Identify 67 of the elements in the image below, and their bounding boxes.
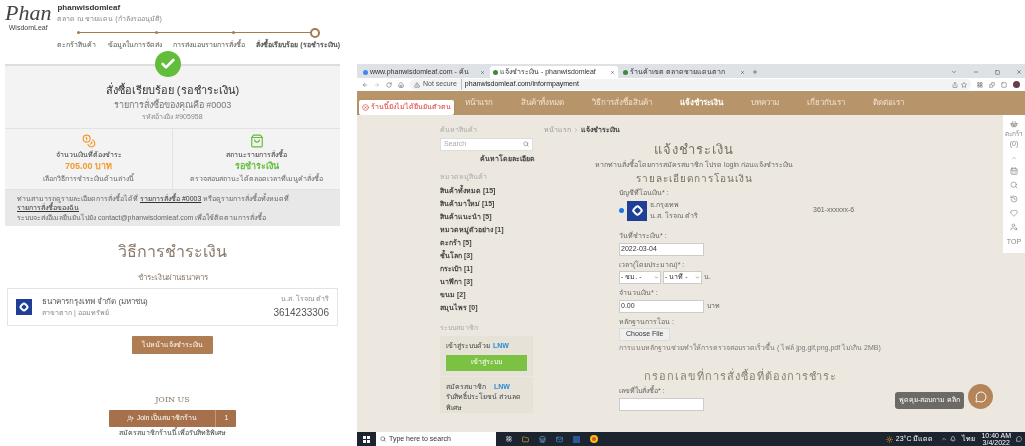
weather-icon	[885, 435, 893, 443]
scroll-up-icon[interactable]	[1011, 155, 1017, 162]
windows-start-icon[interactable]	[363, 435, 370, 443]
search-icon	[380, 436, 386, 442]
back-icon[interactable]	[362, 81, 368, 88]
site-favicon	[623, 69, 628, 75]
task-view-icon[interactable]	[506, 436, 512, 442]
profile-avatar[interactable]	[1013, 81, 1020, 88]
close-tab-icon[interactable]	[610, 69, 615, 75]
bank-name: ธนาคารกรุงเทพ จำกัด (มหาชน)	[42, 295, 148, 308]
bag-icon	[249, 133, 264, 148]
close-tab-icon[interactable]	[740, 69, 745, 75]
folder-icon[interactable]	[522, 435, 529, 443]
tray-overflow-icon[interactable]	[941, 436, 948, 442]
close-icon[interactable]	[1016, 69, 1022, 75]
store-name: phanwisdomleaf	[57, 2, 121, 14]
heart-icon[interactable]	[1010, 209, 1018, 218]
warning-icon	[414, 81, 420, 88]
calendar-icon[interactable]	[1010, 167, 1018, 176]
tab-list-icon[interactable]	[951, 69, 957, 75]
order-number-field[interactable]	[619, 397, 704, 411]
section-title: กรอกเลขที่การสั่งซื้อที่ต้องการชำระ	[644, 367, 837, 384]
minimize-icon[interactable]	[973, 69, 979, 75]
confirmation-title: สั่งซื้อเรียบร้อย (รอชำระเงิน)	[105, 82, 240, 98]
mail-icon[interactable]	[556, 435, 563, 443]
bookmark-star-icon[interactable]	[961, 81, 967, 88]
new-tab-icon[interactable]	[752, 69, 758, 75]
tray-icon[interactable]	[950, 436, 957, 442]
site-favicon	[493, 69, 498, 75]
site-favicon	[363, 69, 368, 75]
chat-icon[interactable]	[968, 384, 993, 409]
document-app-icon[interactable]	[573, 435, 580, 443]
payment-methods-title: วิธีการชำระเงิน	[118, 241, 227, 263]
search-icon	[523, 141, 529, 147]
dropdown-caret-icon	[695, 275, 700, 280]
restore-icon[interactable]	[995, 70, 1000, 75]
user-search-icon[interactable]	[1010, 223, 1018, 232]
bank-logo-icon	[627, 200, 647, 221]
bank-section-title: ชำระเงินผ่านธนาคาร	[137, 272, 208, 284]
account-number: 3614233306	[273, 305, 329, 320]
extensions-grid-icon[interactable]	[977, 81, 983, 88]
notifications-icon[interactable]	[1016, 436, 1022, 442]
extensions-icon[interactable]	[989, 81, 995, 88]
bank-logo-icon	[16, 298, 32, 315]
radio-button[interactable]	[619, 208, 624, 213]
page-title: แจ้งชำระเงิน	[654, 140, 734, 159]
sidebar-icon[interactable]	[1001, 81, 1007, 88]
forward-icon[interactable]	[374, 81, 380, 88]
order-number: รายการสั่งซื้อของคุณคือ #0003	[113, 98, 232, 112]
chevron-icon	[573, 127, 579, 134]
share-icon[interactable]	[952, 81, 958, 88]
history-icon[interactable]	[1010, 195, 1018, 204]
search-icon[interactable]	[1010, 181, 1018, 190]
browser-app-icon[interactable]	[590, 435, 598, 443]
coins-icon	[81, 133, 96, 148]
dropdown-caret-icon	[654, 275, 659, 280]
error-icon	[362, 103, 369, 111]
home-icon[interactable]	[398, 81, 404, 88]
join-us-title: JOIN US	[155, 394, 190, 406]
close-tab-icon[interactable]	[480, 69, 485, 75]
amount-value: 705.00 บาท	[65, 160, 112, 173]
status-value: รอชำระเงิน	[234, 160, 279, 173]
store-icon[interactable]	[539, 435, 546, 443]
basket-icon[interactable]	[1010, 120, 1018, 128]
reload-icon[interactable]	[386, 81, 392, 88]
section-title: รายละเอียดการโอนเงิน	[635, 171, 753, 186]
add-user-icon	[126, 414, 134, 422]
